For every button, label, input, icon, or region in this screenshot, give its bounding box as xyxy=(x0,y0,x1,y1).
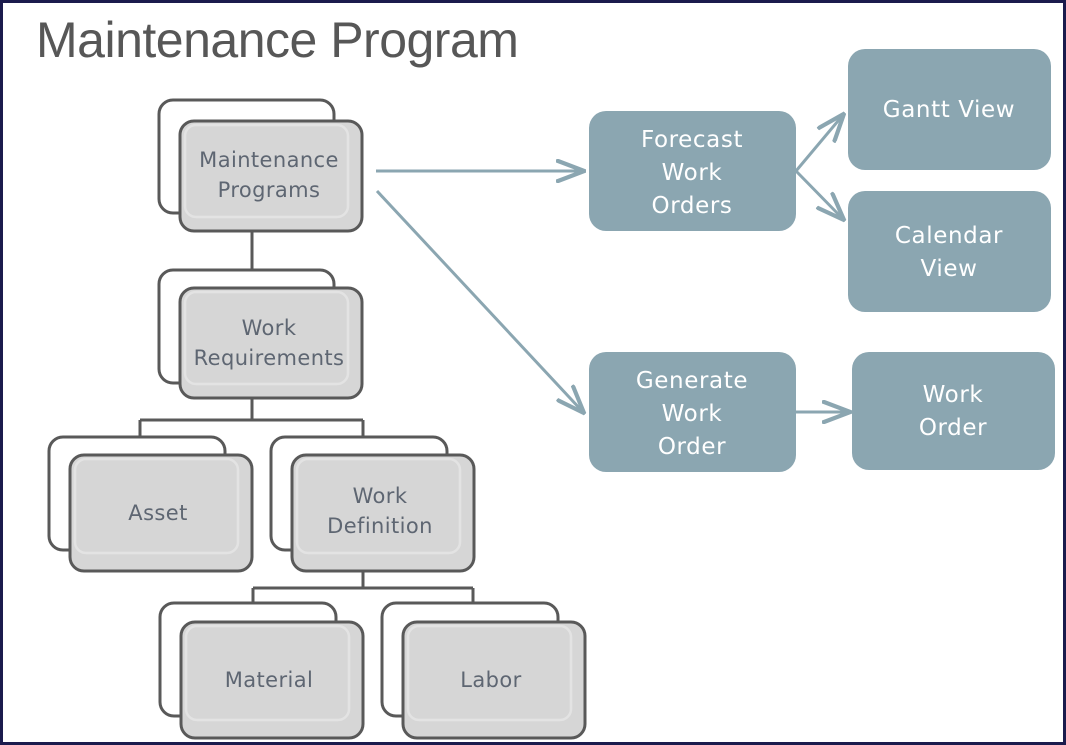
stack-label-line-1: Material xyxy=(225,668,314,692)
process-box-generate-work-order[interactable]: Generate Work Order xyxy=(589,352,796,472)
process-box-work-order[interactable]: Work Order xyxy=(852,352,1055,470)
box-label-line-1: Generate xyxy=(636,368,748,394)
entity-stack-asset[interactable]: Asset xyxy=(47,435,254,573)
box-label-line-2: Work xyxy=(662,160,723,186)
stack-label-line-1: Labor xyxy=(460,668,521,692)
box-label-line-1: Work xyxy=(923,382,984,408)
arrow-mp-to-generate xyxy=(375,189,583,412)
stack-label-line-2: Definition xyxy=(327,514,433,538)
maintenance-program-diagram: Maintenance Programs Work Requirements A… xyxy=(47,49,1055,740)
process-box-gantt-view[interactable]: Gantt View xyxy=(848,49,1051,170)
box-label-line-3: Order xyxy=(658,434,726,460)
entity-stack-work-definition[interactable]: Work Definition xyxy=(269,435,476,573)
box-label-line-1: Calendar xyxy=(895,223,1003,249)
box-shape xyxy=(852,352,1055,470)
stack-front-card xyxy=(178,286,364,400)
box-label-line-2: Order xyxy=(919,415,987,441)
stack-label-line-2: Programs xyxy=(218,178,321,202)
box-label-line-2: Work xyxy=(662,401,723,427)
stack-label-line-1: Maintenance xyxy=(199,148,339,172)
stack-label-line-1: Work xyxy=(353,484,408,508)
entity-stack-work-requirements[interactable]: Work Requirements xyxy=(157,268,364,400)
entity-stack-maintenance-programs[interactable]: Maintenance Programs xyxy=(157,98,364,233)
box-label-line-2: View xyxy=(921,256,978,282)
stack-label-line-1: Asset xyxy=(128,501,187,525)
entity-stack-material[interactable]: Material xyxy=(158,601,365,740)
arrow-forecast-to-gantt xyxy=(794,115,843,172)
box-label-line-1: Forecast xyxy=(641,127,743,153)
arrow-forecast-to-calendar xyxy=(794,169,843,219)
box-label-line-3: Orders xyxy=(652,193,733,219)
entity-stack-labor[interactable]: Labor xyxy=(380,601,587,740)
process-box-forecast-work-orders[interactable]: Forecast Work Orders xyxy=(589,111,796,231)
box-label-line-1: Gantt View xyxy=(883,97,1015,123)
stack-front-card xyxy=(178,119,364,233)
stack-label-line-1: Work xyxy=(242,316,297,340)
process-box-calendar-view[interactable]: Calendar View xyxy=(848,191,1051,312)
stack-label-line-2: Requirements xyxy=(194,346,345,370)
diagram-canvas: Maintenance Program Maintenance Programs… xyxy=(0,0,1066,745)
box-shape xyxy=(848,191,1051,312)
